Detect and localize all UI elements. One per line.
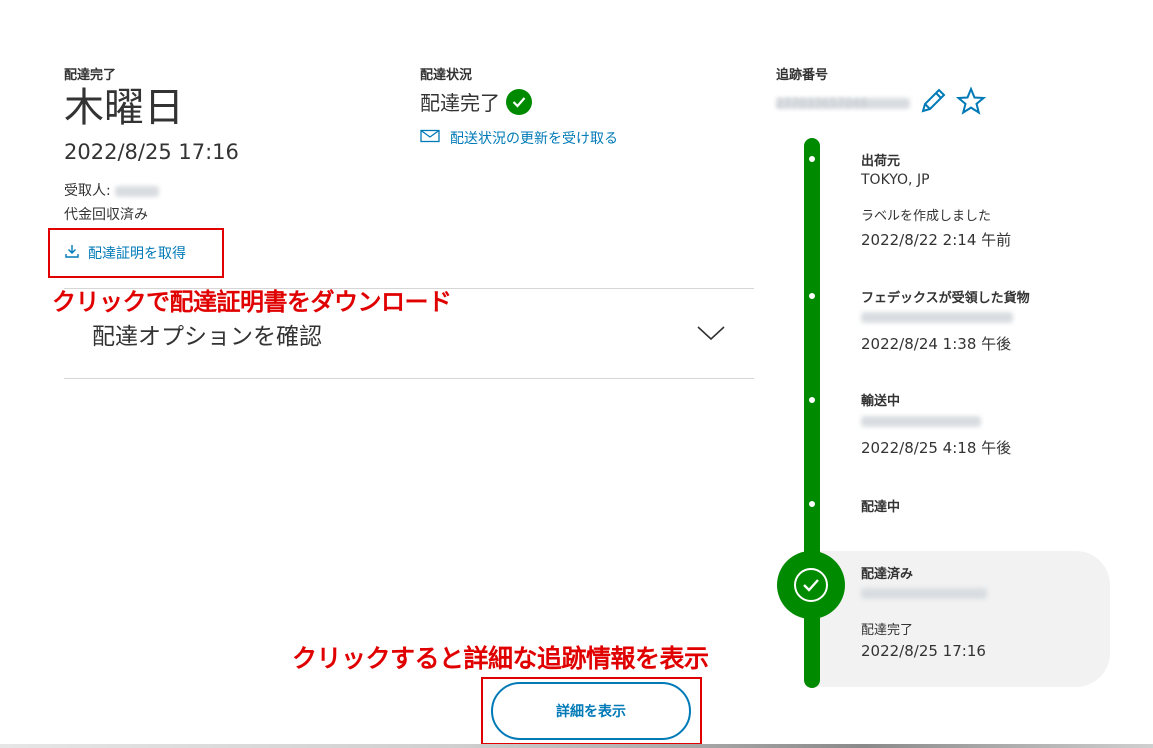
event-note: 配達完了 [861, 623, 914, 638]
delivery-options-title: 配達オプションを確認 [92, 324, 322, 350]
event-title: 出荷元 [861, 154, 901, 169]
event-location-redacted [861, 588, 987, 599]
event-title: 配達済み [861, 567, 914, 582]
envelope-icon [420, 129, 440, 147]
recipient-row: 受取人: [64, 180, 160, 200]
delivery-options-toggle[interactable]: 配達オプションを確認 [64, 305, 754, 360]
event-date: 2022/8/25 4:18 午後 [861, 439, 1012, 457]
event-location-redacted [861, 416, 981, 427]
download-icon [64, 243, 80, 263]
event-title: フェデックスが受領した貨物 [861, 291, 1030, 306]
star-icon[interactable] [955, 86, 987, 120]
status-label: 配達状況 [420, 68, 473, 83]
chevron-down-icon [696, 325, 726, 345]
show-details-button[interactable]: 詳細を表示 [491, 682, 691, 740]
proof-link-label: 配達証明を取得 [88, 246, 186, 262]
tracking-number-redacted: 277033657046 [776, 96, 910, 110]
timeline-dot [809, 293, 815, 299]
recipient-label: 受取人: [64, 183, 111, 199]
cod-status: 代金回収済み [64, 207, 148, 223]
delivered-event-card [806, 551, 1110, 687]
bottom-edge-strip [0, 744, 1153, 748]
timeline-dot [809, 397, 815, 403]
delivered-check-icon [777, 551, 845, 619]
proof-of-delivery-link[interactable]: 配達証明を取得 [64, 243, 186, 263]
tracking-row: 277033657046 [776, 86, 987, 120]
tracking-label: 追跡番号 [776, 68, 829, 83]
details-annotation: クリックすると詳細な追跡情報を表示 [292, 644, 709, 673]
status-value: 配達完了 [420, 91, 500, 115]
recipient-name-redacted [115, 185, 160, 197]
event-title: 配達中 [861, 500, 901, 515]
status-updates-link[interactable]: 配送状況の更新を受け取る [420, 128, 618, 148]
delivery-section-label: 配達完了 [64, 68, 117, 83]
event-date: 2022/8/22 2:14 午前 [861, 231, 1012, 249]
event-date: 2022/8/25 17:16 [861, 642, 986, 660]
check-circle-icon [506, 88, 532, 115]
delivery-datetime: 2022/8/25 17:16 [64, 140, 239, 164]
event-title: 輸送中 [861, 394, 901, 409]
options-bottom-divider [64, 378, 754, 379]
delivery-day: 木曜日 [64, 85, 184, 131]
updates-link-label: 配送状況の更新を受け取る [450, 131, 618, 147]
timeline-dot [809, 501, 815, 507]
pencil-icon[interactable] [918, 86, 948, 120]
timeline-dot [809, 156, 815, 162]
event-location: TOKYO, JP [861, 172, 930, 188]
event-location-redacted [861, 312, 1013, 323]
event-note: ラベルを作成しました [861, 209, 992, 224]
event-date: 2022/8/24 1:38 午後 [861, 335, 1012, 353]
status-row: 配達完了 [420, 87, 532, 116]
